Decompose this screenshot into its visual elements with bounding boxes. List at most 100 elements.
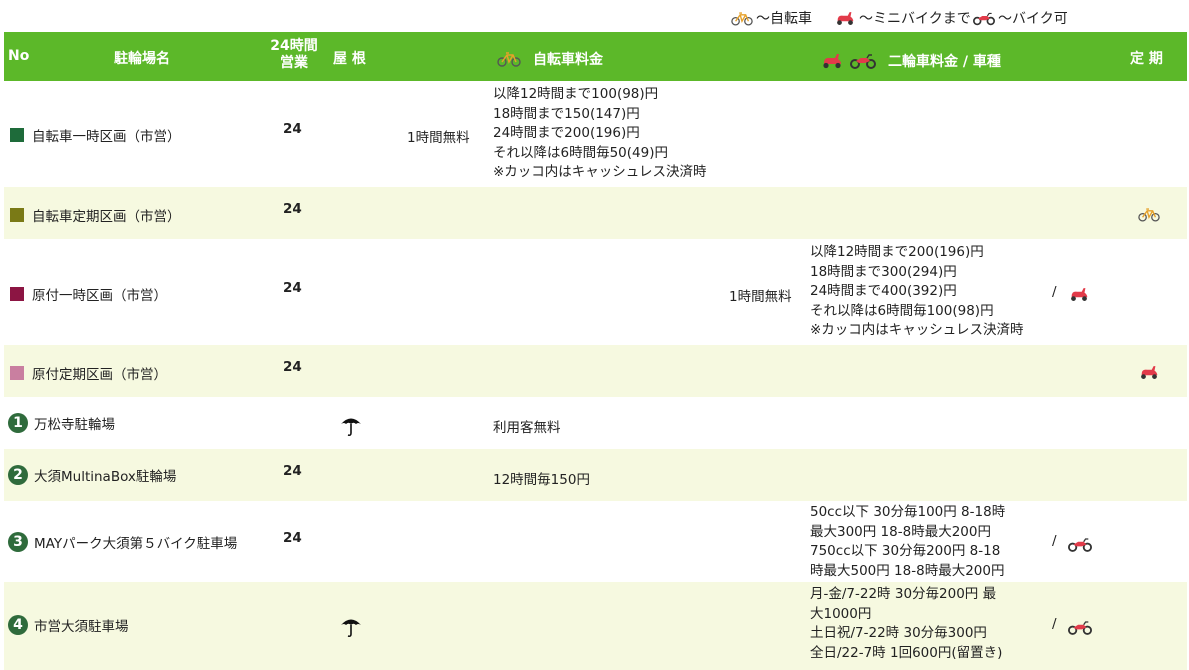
legend-minibike-label: ～ミニバイクまで <box>859 11 971 27</box>
bicycle-fee: 利用客無料 <box>493 420 561 436</box>
vehicle-type <box>1068 537 1092 556</box>
motorcycle-icon <box>973 11 995 26</box>
moto-fee-details: 月-金/7-22時 30分毎200円 最 大1000円 土日祝/7-22時 30… <box>810 585 1002 663</box>
table-row: 3 MAYパーク大須第５バイク駐車場 24 50cc以下 30分毎100円 8-… <box>4 501 1187 582</box>
row-hours: 24 <box>283 121 302 137</box>
moto-free-time: 1時間無料 <box>729 289 792 305</box>
header-roof: 屋 根 <box>333 51 366 67</box>
fee-line: ※カッコ内はキャッシュレス決済時 <box>493 164 707 180</box>
fee-line: 750cc以下 30分毎200円 8-18 <box>810 543 1001 559</box>
table-row: 原付定期区画（市営） 24 <box>4 345 1187 397</box>
scooter-icon <box>834 11 856 26</box>
scooter-icon <box>1068 287 1090 302</box>
fee-line: 大1000円 <box>810 605 872 622</box>
type-separator: / <box>1052 533 1057 549</box>
scooter-icon <box>820 53 844 69</box>
row-hours: 24 <box>283 280 302 296</box>
bicycle-icon <box>497 51 521 67</box>
vehicle-type <box>1068 620 1092 639</box>
table-row: 自転車定期区画（市営） 24 <box>4 187 1187 239</box>
vehicle-legend: ～自転車 ～ミニバイクまで ～バイク可 <box>0 0 1189 32</box>
bicycle-fee: 12時間毎150円 <box>493 472 590 488</box>
marker-square <box>10 287 24 301</box>
fee-line: 時最大500円 18-8時最大200円 <box>810 562 1005 579</box>
motorcycle-icon <box>850 53 876 69</box>
fee-line: 以降12時間まで200(196)円 <box>810 244 984 260</box>
row-name-label: 市営大須駐車場 <box>34 619 129 635</box>
row-hours: 24 <box>283 201 302 217</box>
table-row: 4 市営大須駐車場 月-金/7-22時 30分毎200円 最 大1000円 土日… <box>4 582 1187 670</box>
row-hours: 24 <box>283 463 302 479</box>
legend-bike-label: ～バイク可 <box>998 11 1068 27</box>
table-row: 1 万松寺駐輪場 利用客無料 <box>4 397 1187 449</box>
fee-line: 24時間まで400(392)円 <box>810 283 957 299</box>
type-separator: / <box>1052 616 1057 632</box>
row-name: 4 市営大須駐車場 <box>8 615 129 635</box>
header-hours-line2: 営業 <box>280 55 308 71</box>
motorcycle-icon <box>1068 620 1092 635</box>
row-name-label: MAYパーク大須第５バイク駐車場 <box>34 536 238 552</box>
table-row: 自転車一時区画（市営） 24 1時間無料 以降12時間まで100(98)円 18… <box>4 81 1187 187</box>
legend-bicycle: ～自転車 <box>731 8 812 28</box>
table-row: 2 大須MultinaBox駐輪場 24 12時間毎150円 <box>4 449 1187 501</box>
row-name: 自転車定期区画（市営） <box>10 205 181 225</box>
fee-line: 24時間まで200(196)円 <box>493 125 640 141</box>
row-name-label: 原付定期区画（市営） <box>32 367 167 383</box>
row-name: 3 MAYパーク大須第５バイク駐車場 <box>8 532 237 552</box>
roof-indicator <box>339 614 363 642</box>
header-pass: 定 期 <box>1130 51 1163 67</box>
header-bicycle-fee: 自転車料金 <box>497 49 603 69</box>
row-name-label: 万松寺駐輪場 <box>34 417 115 433</box>
header-moto-fee-label: 二輪車料金 / 車種 <box>888 54 1001 70</box>
fee-line: 土日祝/7-22時 30分毎300円 <box>810 625 987 641</box>
row-hours: 24 <box>283 530 302 546</box>
bicycle-fee-details: 以降12時間まで100(98)円 18時間まで150(147)円 24時間まで2… <box>493 85 707 183</box>
bicycle-free-time: 1時間無料 <box>407 130 470 146</box>
row-number: 3 <box>8 532 28 552</box>
fee-line: 50cc以下 30分毎100円 8-18時 <box>810 504 1006 520</box>
marker-square <box>10 128 24 142</box>
row-name: 1 万松寺駐輪場 <box>8 413 115 433</box>
header-name: 駐輪場名 <box>114 51 170 67</box>
row-name-label: 自転車定期区画（市営） <box>32 209 181 225</box>
row-name-label: 原付一時区画（市営） <box>32 288 167 304</box>
row-name: 2 大須MultinaBox駐輪場 <box>8 465 176 485</box>
fee-line: 以降12時間まで100(98)円 <box>493 86 659 102</box>
legend-minibike: ～ミニバイクまで <box>834 8 971 28</box>
fee-line: 18時間まで150(147)円 <box>493 105 640 122</box>
header-bicycle-fee-label: 自転車料金 <box>533 52 603 68</box>
bicycle-icon <box>1138 207 1160 222</box>
scooter-icon <box>1138 365 1160 380</box>
header-moto-fee: 二輪車料金 / 車種 <box>820 51 1001 71</box>
row-number: 2 <box>8 465 28 485</box>
row-name: 原付定期区画（市営） <box>10 363 167 383</box>
fee-line: ※カッコ内はキャッシュレス決済時 <box>810 322 1024 338</box>
marker-square <box>10 208 24 222</box>
fee-line: 月-金/7-22時 30分毎200円 最 <box>810 586 997 602</box>
bicycle-icon <box>731 11 753 26</box>
vehicle-type <box>1068 287 1090 306</box>
header-hours: 24時間 営業 <box>266 38 322 72</box>
legend-bicycle-label: ～自転車 <box>756 11 812 27</box>
fee-line: 18時間まで300(294)円 <box>810 263 957 280</box>
pass-type <box>1138 365 1160 384</box>
fee-line: それ以降は6時間毎50(49)円 <box>493 144 668 161</box>
moto-fee-details: 以降12時間まで200(196)円 18時間まで300(294)円 24時間まで… <box>810 243 1024 341</box>
roof-indicator <box>339 413 363 441</box>
header-no: No <box>8 48 30 64</box>
fee-line: 全日/22-7時 1回600円(留置き) <box>810 644 1003 661</box>
row-name-label: 自転車一時区画（市営） <box>32 129 181 145</box>
pass-type <box>1138 207 1160 226</box>
row-name: 自転車一時区画（市営） <box>10 125 181 145</box>
row-number: 1 <box>8 413 28 433</box>
header-hours-line1: 24時間 <box>270 38 318 54</box>
umbrella-icon <box>339 413 363 437</box>
fee-line: 最大300円 18-8時最大200円 <box>810 523 991 540</box>
table-header: No 駐輪場名 24時間 営業 屋 根 自転車料金 二輪車料金 / 車種 定 期 <box>4 32 1187 81</box>
fee-line: それ以降は6時間毎100(98)円 <box>810 302 994 319</box>
row-name-label: 大須MultinaBox駐輪場 <box>34 469 177 485</box>
legend-bike: ～バイク可 <box>973 8 1068 28</box>
marker-square <box>10 366 24 380</box>
row-number: 4 <box>8 615 28 635</box>
motorcycle-icon <box>1068 537 1092 552</box>
